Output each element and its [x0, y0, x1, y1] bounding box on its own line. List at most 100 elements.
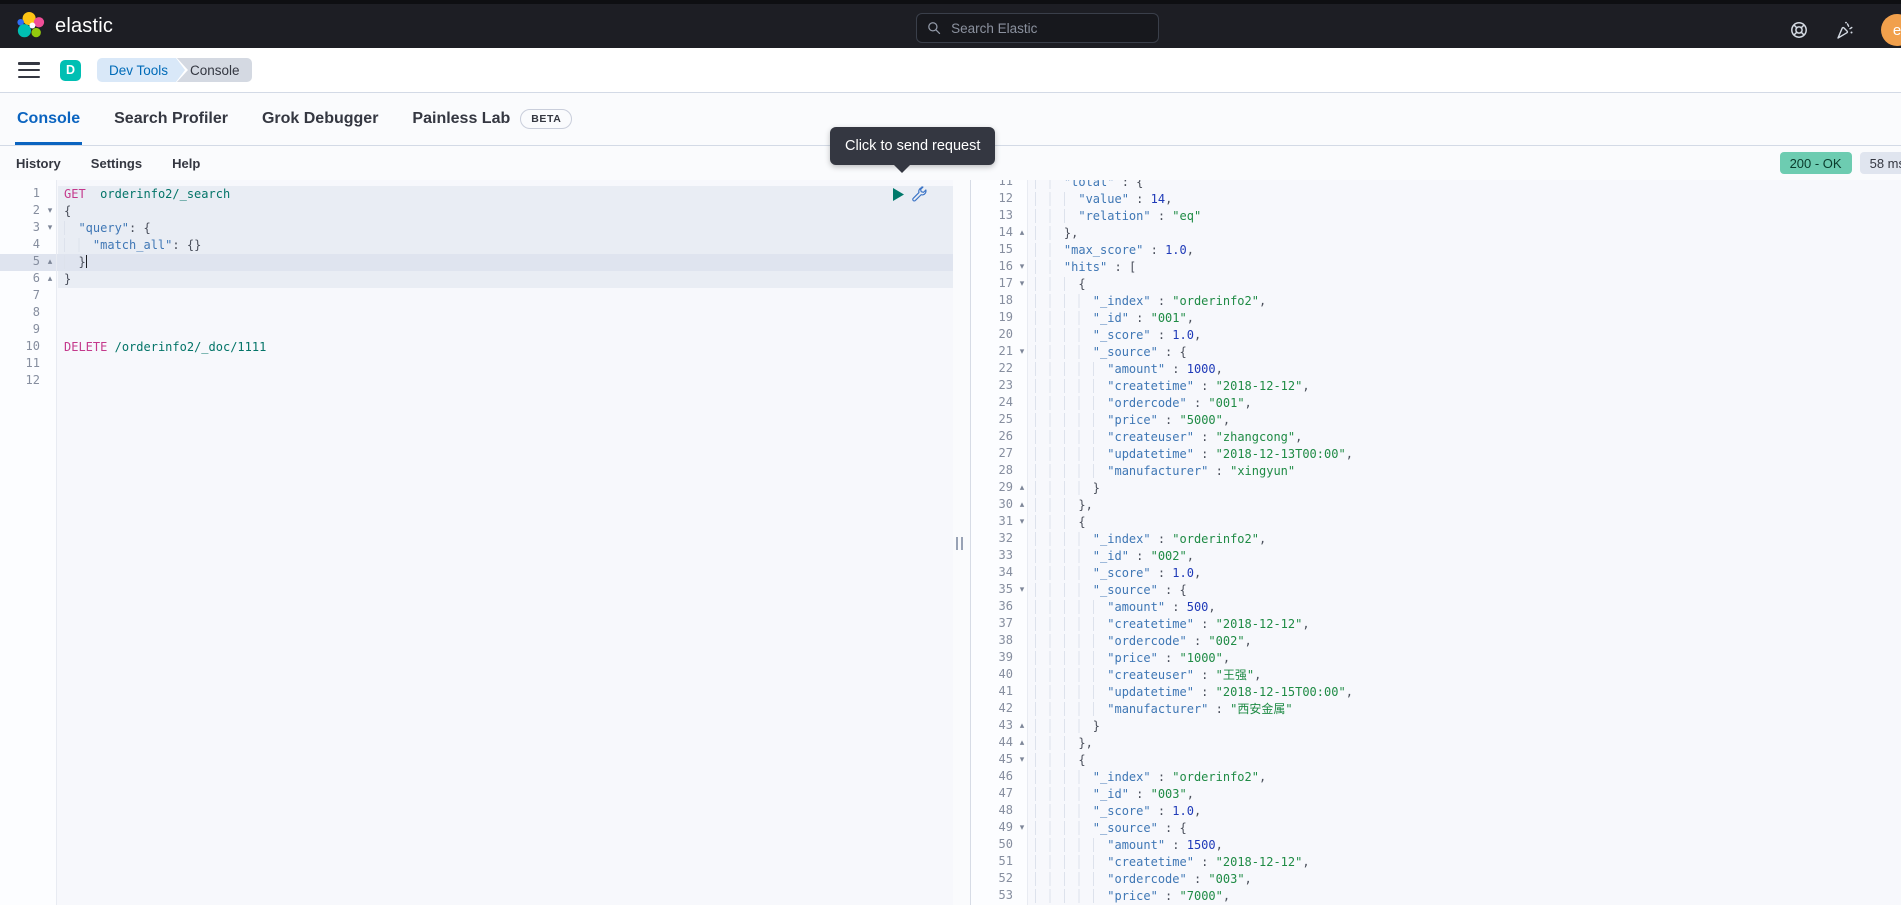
- code-text: "max_score" : 1.0,: [1029, 242, 1901, 259]
- code-line[interactable]: 14▴ },: [971, 225, 1901, 242]
- search-input[interactable]: [949, 20, 1148, 37]
- code-text: {: [1029, 514, 1901, 531]
- code-line[interactable]: 32 "_index" : "orderinfo2",: [971, 531, 1901, 548]
- code-line[interactable]: 53 "price" : "7000",: [971, 888, 1901, 905]
- code-line[interactable]: 11: [0, 356, 953, 373]
- code-line[interactable]: 24 "ordercode" : "001",: [971, 395, 1901, 412]
- code-line[interactable]: 19 "_id" : "001",: [971, 310, 1901, 327]
- newsfeed-button[interactable]: [1835, 20, 1855, 40]
- code-text: "createtime" : "2018-12-12",: [1029, 854, 1901, 871]
- line-number: 52: [971, 871, 1015, 888]
- code-line[interactable]: 28 "manufacturer" : "xingyun": [971, 463, 1901, 480]
- code-text: [58, 322, 953, 339]
- code-line[interactable]: 36 "amount" : 500,: [971, 599, 1901, 616]
- global-search[interactable]: [916, 13, 1159, 43]
- code-line[interactable]: 35▾ "_source" : {: [971, 582, 1901, 599]
- line-number: 51: [971, 854, 1015, 871]
- line-number: 1: [0, 186, 42, 203]
- code-line[interactable]: 52 "ordercode" : "003",: [971, 871, 1901, 888]
- code-line[interactable]: 25 "price" : "5000",: [971, 412, 1901, 429]
- code-line[interactable]: 49▾ "_source" : {: [971, 820, 1901, 837]
- code-line[interactable]: 23 "createtime" : "2018-12-12",: [971, 378, 1901, 395]
- code-line[interactable]: 47 "_id" : "003",: [971, 786, 1901, 803]
- code-text: "_source" : {: [1029, 582, 1901, 599]
- code-line[interactable]: 42 "manufacturer" : "西安金属": [971, 701, 1901, 718]
- response-code-lines: 11 "total" : {12 "value" : 14,13 "relati…: [971, 180, 1901, 905]
- panel-resizer[interactable]: [953, 180, 970, 905]
- code-line[interactable]: 34 "_score" : 1.0,: [971, 565, 1901, 582]
- code-text: "value" : 14,: [1029, 191, 1901, 208]
- user-avatar[interactable]: e: [1881, 14, 1901, 46]
- code-line[interactable]: 27 "updatetime" : "2018-12-13T00:00",: [971, 446, 1901, 463]
- space-avatar[interactable]: D: [60, 60, 81, 81]
- code-line[interactable]: 50 "amount" : 1500,: [971, 837, 1901, 854]
- code-line[interactable]: 16▾ "hits" : [: [971, 259, 1901, 276]
- code-line[interactable]: 43▴ }: [971, 718, 1901, 735]
- menu-hamburger-icon[interactable]: [18, 62, 40, 78]
- code-line[interactable]: 17▾ {: [971, 276, 1901, 293]
- code-line[interactable]: 30▴ },: [971, 497, 1901, 514]
- code-line[interactable]: 12: [0, 373, 953, 390]
- code-text: "updatetime" : "2018-12-15T00:00",: [1029, 684, 1901, 701]
- request-editor[interactable]: 1GET orderinfo2/_search2▾{3▾ "query": {4…: [0, 180, 953, 905]
- code-line[interactable]: 4 "match_all": {}: [0, 237, 953, 254]
- code-line[interactable]: 22 "amount" : 1000,: [971, 361, 1901, 378]
- tab-grok-debugger[interactable]: Grok Debugger: [260, 93, 380, 145]
- code-text: "query": {: [58, 220, 953, 237]
- code-line[interactable]: 39 "price" : "1000",: [971, 650, 1901, 667]
- settings-menu-button[interactable]: Settings: [91, 156, 142, 171]
- line-number: 15: [971, 242, 1015, 259]
- code-line[interactable]: 8: [0, 305, 953, 322]
- code-text: {: [1029, 752, 1901, 769]
- code-line[interactable]: 11 "total" : {: [971, 180, 1901, 191]
- code-line[interactable]: 20 "_score" : 1.0,: [971, 327, 1901, 344]
- tab-search-profiler[interactable]: Search Profiler: [112, 93, 230, 145]
- code-line[interactable]: 29▴ }: [971, 480, 1901, 497]
- code-line[interactable]: 45▾ {: [971, 752, 1901, 769]
- play-icon: [892, 187, 905, 202]
- code-line[interactable]: 48 "_score" : 1.0,: [971, 803, 1901, 820]
- console-menu: History Settings Help: [0, 156, 200, 171]
- code-text: "price" : "1000",: [1029, 650, 1901, 667]
- code-line[interactable]: 51 "createtime" : "2018-12-12",: [971, 854, 1901, 871]
- code-line[interactable]: 41 "updatetime" : "2018-12-15T00:00",: [971, 684, 1901, 701]
- code-line[interactable]: 38 "ordercode" : "002",: [971, 633, 1901, 650]
- code-line[interactable]: 12 "value" : 14,: [971, 191, 1901, 208]
- code-line[interactable]: 26 "createuser" : "zhangcong",: [971, 429, 1901, 446]
- code-line[interactable]: 6▴}: [0, 271, 953, 288]
- code-line[interactable]: 37 "createtime" : "2018-12-12",: [971, 616, 1901, 633]
- tab-painless-lab[interactable]: Painless Lab BETA: [410, 93, 574, 145]
- request-code-lines[interactable]: 1GET orderinfo2/_search2▾{3▾ "query": {4…: [0, 180, 953, 390]
- code-line[interactable]: 46 "_index" : "orderinfo2",: [971, 769, 1901, 786]
- code-line[interactable]: 3▾ "query": {: [0, 220, 953, 237]
- line-number: 26: [971, 429, 1015, 446]
- code-text: }: [58, 254, 953, 271]
- send-request-button[interactable]: [892, 187, 905, 202]
- tab-console[interactable]: Console: [15, 93, 82, 145]
- code-line[interactable]: 44▴ },: [971, 735, 1901, 752]
- code-line[interactable]: 18 "_index" : "orderinfo2",: [971, 293, 1901, 310]
- code-line[interactable]: 31▾ {: [971, 514, 1901, 531]
- code-line[interactable]: 40 "createuser" : "王强",: [971, 667, 1901, 684]
- line-number: 37: [971, 616, 1015, 633]
- code-line[interactable]: 2▾{: [0, 203, 953, 220]
- help-button[interactable]: [1789, 20, 1809, 40]
- code-line[interactable]: 7: [0, 288, 953, 305]
- history-menu-button[interactable]: History: [16, 156, 61, 171]
- breadcrumb-dev-tools[interactable]: Dev Tools: [97, 58, 176, 82]
- code-line[interactable]: 15 "max_score" : 1.0,: [971, 242, 1901, 259]
- status-code-badge: 200 - OK: [1780, 152, 1852, 174]
- line-number: 53: [971, 888, 1015, 905]
- code-line[interactable]: 13 "relation" : "eq": [971, 208, 1901, 225]
- code-line[interactable]: 33 "_id" : "002",: [971, 548, 1901, 565]
- code-text: "updatetime" : "2018-12-13T00:00",: [1029, 446, 1901, 463]
- code-text: "manufacturer" : "西安金属": [1029, 701, 1901, 718]
- response-viewer[interactable]: 11 "total" : {12 "value" : 14,13 "relati…: [970, 180, 1901, 905]
- help-menu-button[interactable]: Help: [172, 156, 200, 171]
- code-line[interactable]: 1GET orderinfo2/_search: [0, 186, 953, 203]
- code-line[interactable]: 9: [0, 322, 953, 339]
- code-line[interactable]: 10DELETE /orderinfo2/_doc/1111: [0, 339, 953, 356]
- code-line[interactable]: 5▴ }: [0, 254, 953, 271]
- request-options-button[interactable]: [910, 186, 927, 203]
- code-line[interactable]: 21▾ "_source" : {: [971, 344, 1901, 361]
